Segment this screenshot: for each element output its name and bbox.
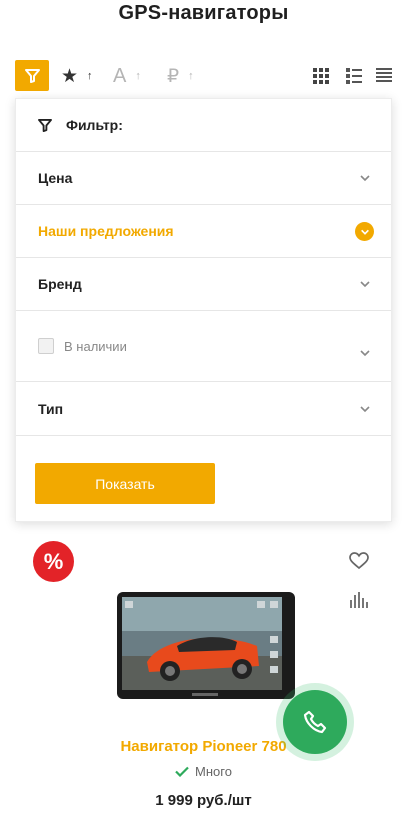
availability: Много (15, 764, 392, 779)
filter-toggle-button[interactable] (15, 60, 49, 91)
filter-funnel-icon (38, 118, 52, 132)
filter-section-label: Наши предложения (38, 223, 174, 239)
filter-header: Фильтр: (16, 99, 391, 152)
phone-icon (303, 710, 327, 734)
product-card: % Навигатор Pioneer 780 Много 1 999 руб.… (15, 530, 392, 816)
star-icon: ★ (61, 65, 79, 87)
filter-section-label: В наличии (64, 338, 127, 354)
filter-section-type[interactable]: Тип (16, 382, 391, 436)
list-view-icon[interactable] (346, 68, 362, 84)
show-results-button[interactable]: Показать (35, 463, 215, 504)
product-image[interactable] (107, 576, 302, 706)
ruble-sort-icon: ₽ (167, 65, 180, 87)
filter-section-in-stock[interactable]: В наличии (16, 311, 391, 382)
sort-direction-arrow: ↑ (188, 70, 194, 82)
page-title: GPS-навигаторы (118, 2, 289, 24)
sort-by-price[interactable]: ₽ ↑ (167, 64, 194, 88)
catalog-toolbar: ★ ↑ A ↑ ₽ ↑ (15, 60, 392, 92)
filter-section-label: Цена (38, 170, 73, 186)
availability-label: Много (195, 764, 232, 779)
call-button[interactable] (276, 683, 354, 761)
filter-section-label: Тип (38, 400, 64, 417)
product-price: 1 999 руб./шт (155, 792, 252, 809)
call-button-inner[interactable] (283, 690, 347, 754)
sort-by-rating[interactable]: ★ ↑ (61, 64, 93, 88)
chevron-down-icon (360, 350, 370, 357)
filter-section-offers[interactable]: Наши предложения (16, 205, 391, 258)
sort-by-name[interactable]: A ↑ (113, 64, 141, 88)
chevron-down-icon (355, 222, 374, 241)
sort-direction-arrow: ↑ (87, 70, 93, 82)
chevron-down-icon (360, 281, 370, 288)
compare-chart-icon[interactable] (350, 592, 368, 608)
chevron-down-icon (360, 175, 370, 182)
chevron-down-icon (360, 405, 370, 412)
heart-icon[interactable] (349, 552, 369, 570)
filter-section-price[interactable]: Цена (16, 152, 391, 205)
filter-section-brand[interactable]: Бренд (16, 258, 391, 311)
discount-badge: % (33, 541, 74, 582)
filter-funnel-icon (24, 68, 40, 83)
grid-view-icon[interactable] (313, 68, 329, 84)
alpha-sort-icon: A (113, 64, 127, 87)
table-view-icon[interactable] (376, 68, 392, 84)
filter-panel: Фильтр: Цена Наши предложения Бренд В на… (15, 98, 392, 522)
in-stock-checkbox[interactable] (38, 338, 54, 354)
check-icon (175, 766, 189, 777)
filter-header-label: Фильтр: (66, 117, 123, 133)
filter-section-label: Бренд (38, 276, 82, 292)
sort-direction-arrow: ↑ (135, 70, 141, 82)
